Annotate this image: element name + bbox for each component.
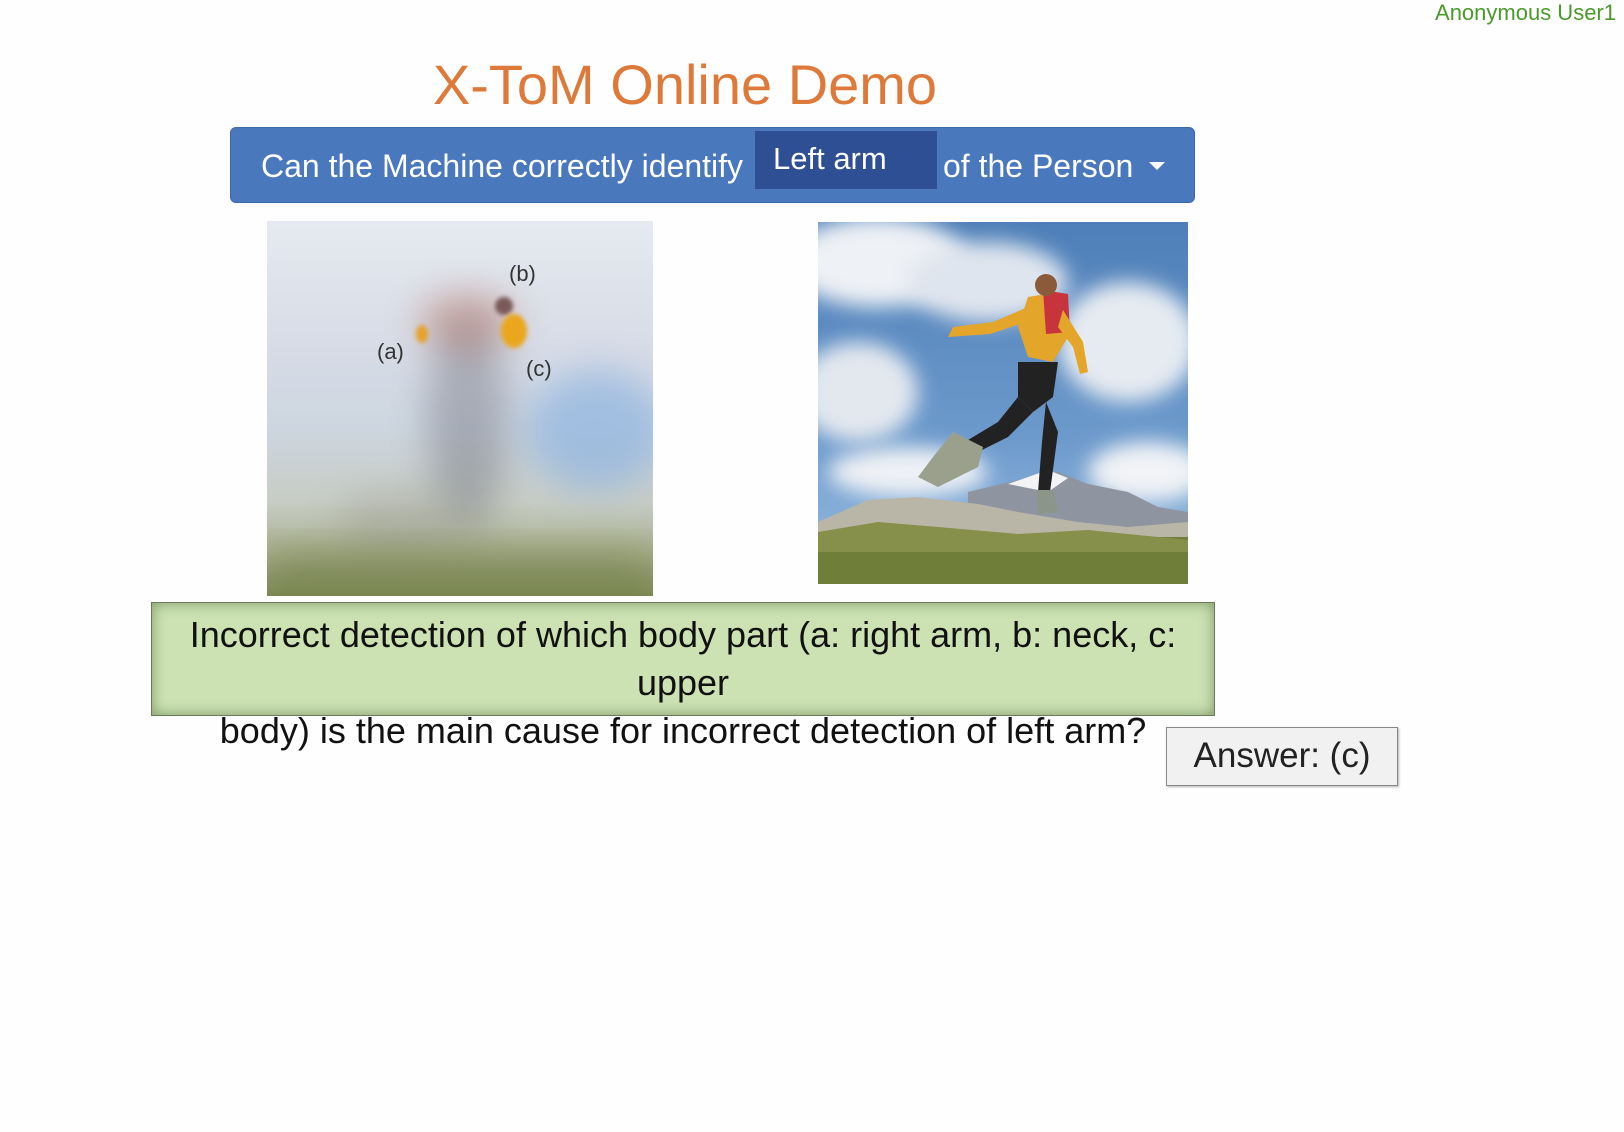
question-suffix[interactable]: of the Person	[943, 148, 1133, 185]
blurred-explanation-image: (a) (b) (c)	[267, 221, 653, 596]
marker-label-c: (c)	[526, 356, 552, 381]
marker-label-b: (b)	[509, 261, 536, 286]
runner-photo	[818, 222, 1188, 584]
user-label[interactable]: Anonymous User1	[1435, 0, 1616, 26]
prompt-line-1: Incorrect detection of which body part (…	[189, 614, 1177, 703]
prompt-line-2: body) is the main cause for incorrect de…	[219, 710, 1147, 751]
marker-label-a: (a)	[377, 339, 404, 364]
question-prompt: Incorrect detection of which body part (…	[151, 602, 1215, 751]
page-title: X-ToM Online Demo	[432, 53, 938, 116]
answer-button[interactable]: Answer: (c)	[1166, 727, 1398, 786]
body-part-select[interactable]: Left arm	[755, 131, 937, 189]
question-bar: Can the Machine correctly identify Left …	[230, 127, 1195, 203]
chevron-down-icon[interactable]	[1149, 162, 1165, 170]
question-prefix: Can the Machine correctly identify	[261, 148, 743, 184]
